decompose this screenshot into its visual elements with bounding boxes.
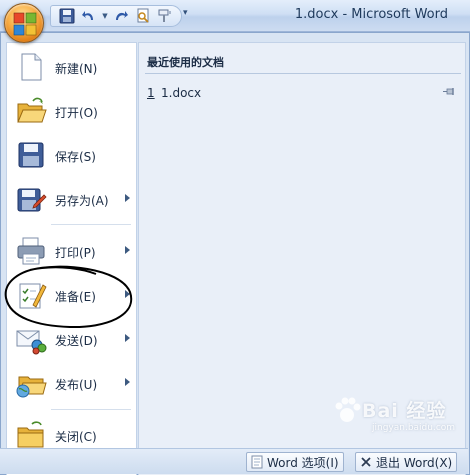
options-document-icon <box>251 455 263 469</box>
menu-item-save-as[interactable]: 另存为(A) <box>7 179 136 219</box>
menu-commands-pane: 新建(N) 打开(O) 保存(S) 另存为(A) 打印(P) 准备(E) 发送(… <box>6 42 137 475</box>
menu-item-print[interactable]: 打印(P) <box>7 231 136 271</box>
menu-item-label: 发送(D) <box>55 334 98 348</box>
office-menu: 新建(N) 打开(O) 保存(S) 另存为(A) 打印(P) 准备(E) 发送(… <box>0 32 470 475</box>
quick-access-toolbar: ▼ <box>50 5 182 27</box>
send-icon <box>16 330 47 355</box>
submenu-arrow-icon <box>125 290 130 298</box>
menu-item-label: 打开(O) <box>55 106 98 120</box>
recent-documents-title: 最近使用的文档 <box>147 56 224 69</box>
prepare-icon <box>19 283 47 309</box>
submenu-arrow-icon <box>125 246 130 254</box>
menu-item-save[interactable]: 保存(S) <box>7 135 136 175</box>
exit-word-button[interactable]: 退出 Word(X) <box>355 452 458 472</box>
format-painter-icon[interactable] <box>155 7 175 25</box>
save-icon[interactable] <box>57 7 77 25</box>
menu-item-label: 打印(P) <box>55 246 96 260</box>
menu-item-publish[interactable]: 发布(U) <box>7 363 136 403</box>
word-options-label: Word 选项(I) <box>267 455 339 470</box>
undo-icon[interactable] <box>79 7 99 25</box>
menu-footer: Word 选项(I) 退出 Word(X) <box>0 448 468 474</box>
new-document-icon <box>21 53 42 81</box>
window-title: 1.docx - Microsoft Word <box>294 7 448 22</box>
submenu-arrow-icon <box>125 378 130 386</box>
submenu-arrow-icon <box>125 194 130 202</box>
save-icon <box>18 142 44 168</box>
recent-document-number: 1 <box>147 86 155 100</box>
menu-item-label: 准备(E) <box>55 290 96 304</box>
print-preview-icon[interactable] <box>133 7 153 25</box>
menu-item-prepare[interactable]: 准备(E) <box>7 275 136 315</box>
redo-icon[interactable] <box>111 7 131 25</box>
recent-document-item[interactable]: 1 1.docx <box>145 83 461 103</box>
close-folder-icon <box>17 421 44 448</box>
word-options-button[interactable]: Word 选项(I) <box>246 452 344 472</box>
menu-item-new[interactable]: 新建(N) <box>7 47 136 87</box>
menu-item-send[interactable]: 发送(D) <box>7 319 136 359</box>
printer-icon <box>17 237 45 265</box>
menu-item-label: 保存(S) <box>55 150 96 164</box>
open-folder-icon <box>17 97 47 123</box>
menu-item-label: 新建(N) <box>55 62 98 76</box>
menu-item-label: 另存为(A) <box>55 194 109 208</box>
menu-divider <box>51 409 131 410</box>
divider <box>145 73 461 74</box>
title-bar: ▼ ▾ 1.docx - Microsoft Word <box>0 0 470 32</box>
recent-document-name: 1.docx <box>161 86 202 100</box>
office-logo-icon <box>13 12 37 36</box>
menu-item-label: 发布(U) <box>55 378 98 392</box>
menu-item-label: 关闭(C) <box>55 430 97 444</box>
save-as-icon <box>17 188 47 212</box>
submenu-arrow-icon <box>125 334 130 342</box>
menu-item-open[interactable]: 打开(O) <box>7 91 136 131</box>
publish-icon <box>16 376 47 398</box>
menu-divider <box>51 224 131 225</box>
close-icon <box>361 457 371 467</box>
exit-word-label: 退出 Word(X) <box>376 455 453 470</box>
undo-dropdown-icon[interactable]: ▼ <box>101 12 109 20</box>
office-button[interactable] <box>4 3 44 43</box>
pin-icon[interactable] <box>443 86 457 98</box>
customize-toolbar-icon[interactable]: ▾ <box>183 8 188 18</box>
recent-documents-pane: 最近使用的文档 1 1.docx <box>138 42 466 475</box>
